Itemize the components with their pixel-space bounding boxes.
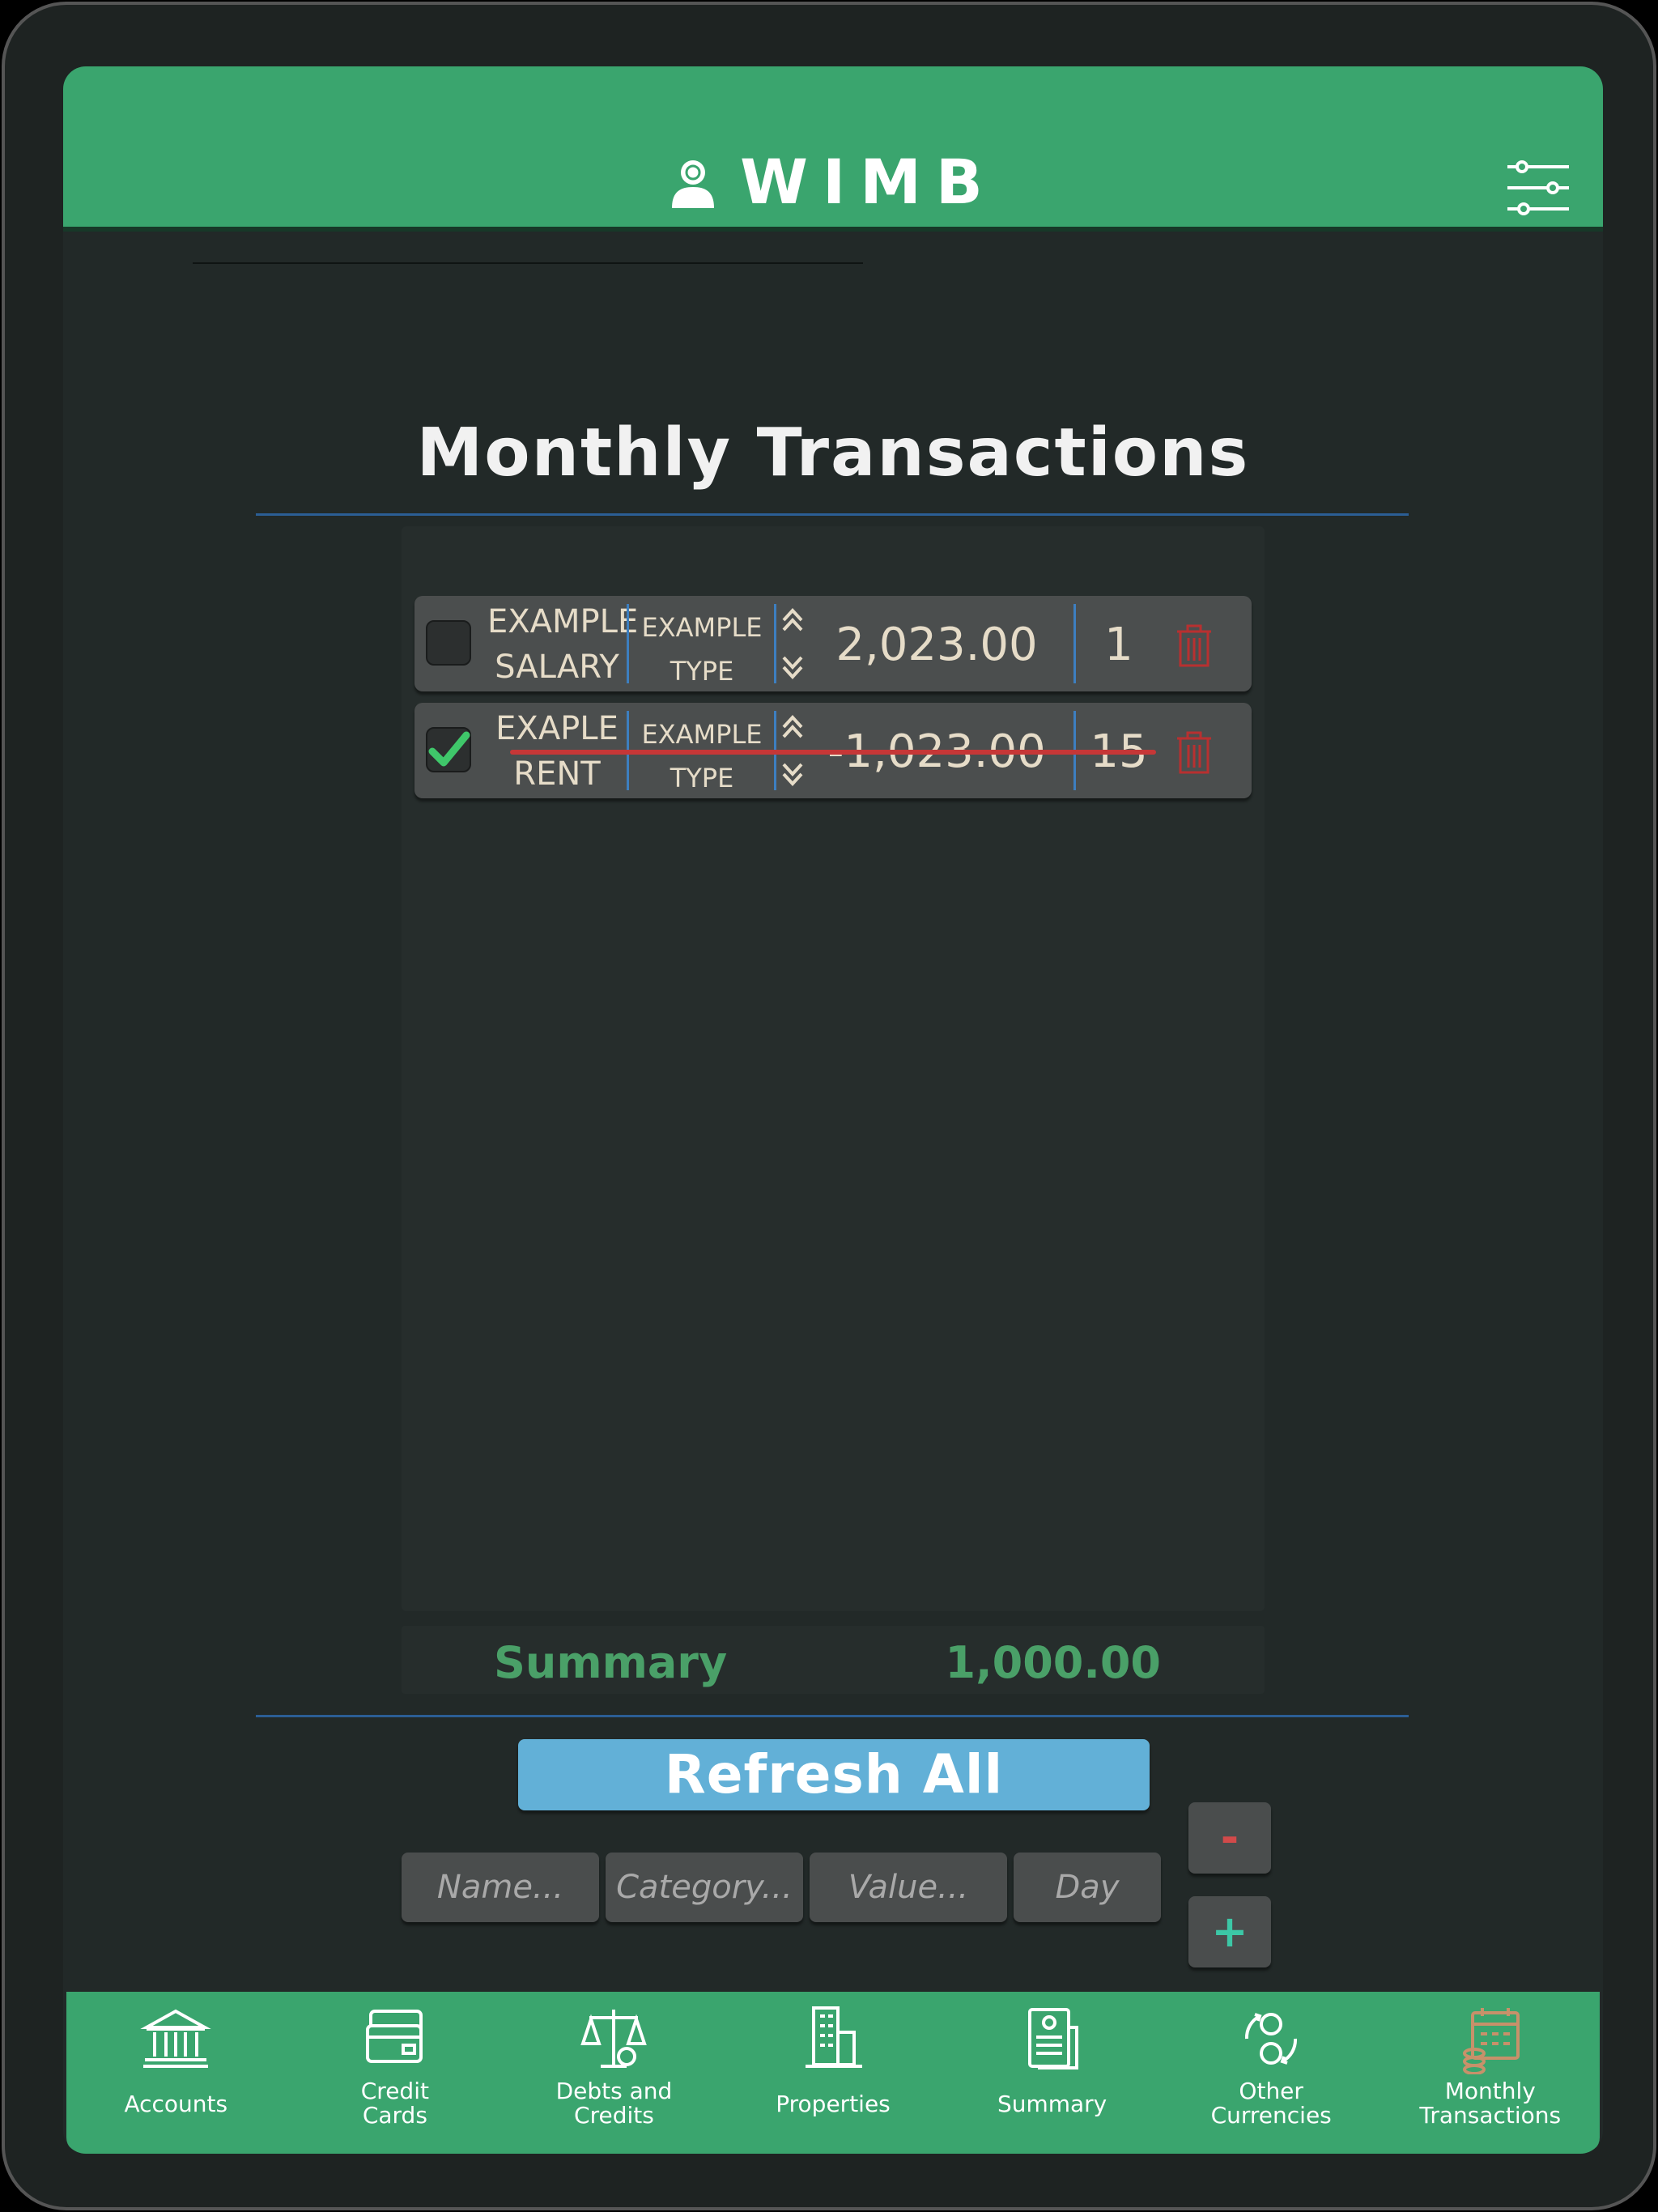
summary-bar: Summary 1,000.00 xyxy=(402,1626,1265,1694)
scales-icon xyxy=(580,2010,648,2068)
refresh-all-button[interactable]: Refresh All xyxy=(518,1739,1150,1810)
transaction-list[interactable]: EXAMPLE SALARY EXAMPLE TYPE 2,023.00 1 E… xyxy=(402,526,1265,1611)
name-line: RENT xyxy=(513,755,601,793)
credit-card-icon xyxy=(365,2010,423,2063)
divider xyxy=(193,262,863,264)
paid-strikethrough xyxy=(510,750,1156,755)
type-line: TYPE xyxy=(670,656,734,687)
row-checkbox[interactable] xyxy=(426,620,471,666)
nav-monthly-transactions[interactable]: Monthly Transactions xyxy=(1380,1992,1600,2154)
nav-summary[interactable]: Summary xyxy=(942,1992,1162,2154)
settings-sliders-icon[interactable] xyxy=(1506,155,1571,220)
divider xyxy=(256,513,1409,516)
row-checkbox-checked[interactable] xyxy=(426,727,471,772)
column-separator xyxy=(1073,604,1076,683)
nav-credit-cards[interactable]: Credit Cards xyxy=(286,1992,505,2154)
nav-label: Other Currencies xyxy=(1210,2078,1332,2129)
bottom-nav: Accounts Credit Cards Debts and Credits … xyxy=(66,1992,1600,2154)
check-icon xyxy=(428,731,470,767)
name-line: EXAMPLE xyxy=(487,603,639,640)
bank-icon xyxy=(140,2009,211,2068)
transaction-row[interactable]: EXAPLE RENT EXAMPLE TYPE -1,023.00 15 xyxy=(414,703,1252,798)
nav-debts-credits[interactable]: Debts and Credits xyxy=(504,1992,724,2154)
column-separator xyxy=(774,604,776,683)
user-icon xyxy=(672,160,715,208)
app-header: WIMB xyxy=(63,66,1603,232)
nav-label: Credit Cards xyxy=(360,2078,429,2129)
app-screen: WIMB Monthly Transactions EXAMPLE SALARY xyxy=(63,66,1603,2154)
type-line: TYPE xyxy=(670,763,734,793)
divider xyxy=(256,1715,1409,1717)
transaction-type: EXAMPLE TYPE xyxy=(633,606,771,693)
trash-icon[interactable] xyxy=(1174,730,1214,774)
summary-label: Summary xyxy=(494,1637,728,1688)
nav-label: Monthly Transactions xyxy=(1419,2078,1562,2129)
transaction-day: 1 xyxy=(1104,619,1133,671)
nav-label: Summary xyxy=(997,2091,1107,2117)
transaction-row[interactable]: EXAMPLE SALARY EXAMPLE TYPE 2,023.00 1 xyxy=(414,596,1252,691)
reorder-arrows-icon[interactable] xyxy=(780,606,805,682)
page-title: Monthly Transactions xyxy=(416,415,1250,491)
nav-properties[interactable]: Properties xyxy=(724,1992,943,2154)
name-input[interactable] xyxy=(402,1853,599,1922)
transaction-type: EXAMPLE TYPE xyxy=(633,713,771,800)
calendar-icon xyxy=(1462,2008,1520,2074)
nav-label: Properties xyxy=(776,2091,891,2117)
transaction-name: EXAMPLE SALARY xyxy=(487,599,639,690)
nav-other-currencies[interactable]: Other Currencies xyxy=(1162,1992,1381,2154)
name-line: EXAPLE xyxy=(495,710,619,747)
currency-exchange-icon xyxy=(1245,2013,1298,2065)
remove-button[interactable]: - xyxy=(1188,1802,1271,1874)
add-button[interactable]: + xyxy=(1188,1896,1271,1967)
type-line: EXAMPLE xyxy=(641,612,763,643)
summary-value: 1,000.00 xyxy=(945,1637,1161,1688)
day-input[interactable] xyxy=(1014,1853,1161,1922)
nav-label: Accounts xyxy=(124,2091,228,2117)
category-input[interactable] xyxy=(606,1853,803,1922)
document-icon xyxy=(1027,2008,1078,2069)
nav-label: Debts and Credits xyxy=(555,2078,673,2129)
nav-accounts[interactable]: Accounts xyxy=(66,1992,286,2154)
name-line: SALARY xyxy=(495,649,619,686)
brand: WIMB xyxy=(63,146,1603,218)
column-separator xyxy=(627,604,629,683)
value-input[interactable] xyxy=(810,1853,1007,1922)
app-title: WIMB xyxy=(740,146,997,218)
transaction-value: 2,023.00 xyxy=(835,619,1038,671)
buildings-icon xyxy=(806,2006,863,2068)
device-frame: WIMB Monthly Transactions EXAMPLE SALARY xyxy=(2,2,1656,2210)
trash-icon[interactable] xyxy=(1174,623,1214,667)
